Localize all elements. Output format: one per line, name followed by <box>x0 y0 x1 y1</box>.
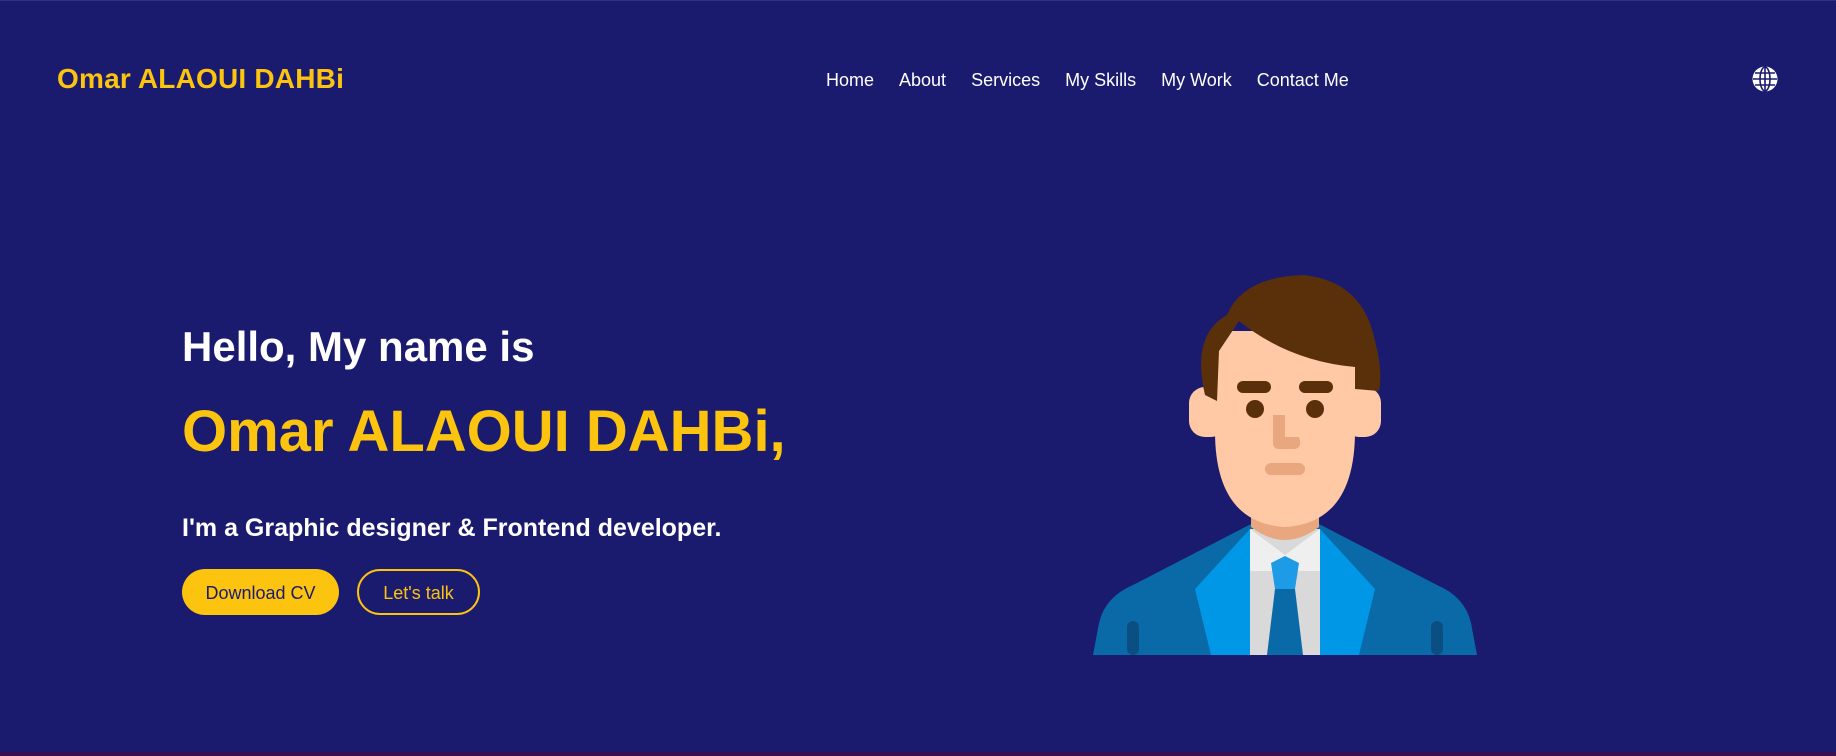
main-nav: Home About Services My Skills My Work Co… <box>826 68 1349 92</box>
businessman-avatar <box>1093 275 1477 655</box>
page: Omar ALAOUI DAHBi Home About Services My… <box>0 0 1836 753</box>
site-logo[interactable]: Omar ALAOUI DAHBi <box>57 62 344 96</box>
download-cv-button[interactable]: Download CV <box>182 569 339 615</box>
hero-role: I'm a Graphic designer & Frontend develo… <box>182 514 722 542</box>
nav-services[interactable]: Services <box>971 68 1040 92</box>
globe-icon <box>1752 66 1778 92</box>
nav-about[interactable]: About <box>899 68 946 92</box>
language-button[interactable] <box>1752 66 1778 92</box>
nav-home[interactable]: Home <box>826 68 874 92</box>
section-divider <box>0 752 1836 756</box>
lets-talk-button[interactable]: Let's talk <box>357 569 480 615</box>
hero-name: Omar ALAOUI DAHBi, <box>182 399 786 464</box>
site-header: Omar ALAOUI DAHBi Home About Services My… <box>0 1 1836 159</box>
hero-greeting: Hello, My name is <box>182 323 535 370</box>
nav-my-skills[interactable]: My Skills <box>1065 68 1136 92</box>
nav-my-work[interactable]: My Work <box>1161 68 1232 92</box>
nav-contact-me[interactable]: Contact Me <box>1257 68 1349 92</box>
